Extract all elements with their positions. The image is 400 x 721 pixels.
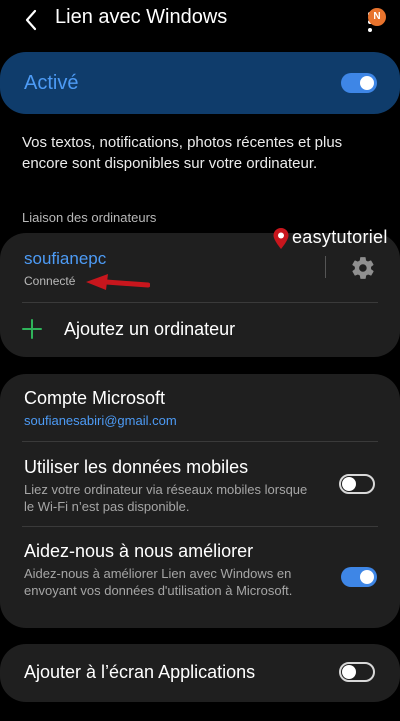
master-toggle[interactable]: [341, 73, 377, 93]
watermark-text: easytutoriel: [292, 227, 388, 247]
master-switch-label: Activé: [24, 72, 79, 94]
apps-screen-toggle[interactable]: [339, 662, 375, 682]
apps-screen-card[interactable]: Ajouter à l’écran Applications: [0, 644, 400, 702]
master-switch-bar[interactable]: Activé: [0, 52, 400, 114]
back-arrow-icon[interactable]: [22, 8, 42, 32]
card-divider: [22, 302, 378, 303]
settings-card: Compte Microsoft soufianesabiri@gmail.co…: [0, 374, 400, 628]
card-divider: [22, 441, 378, 442]
mobile-data-title: Utiliser les données mobiles: [24, 457, 249, 477]
improve-toggle[interactable]: [341, 567, 377, 587]
more-options-button[interactable]: N: [362, 6, 392, 36]
page-title: Lien avec Windows: [55, 6, 228, 28]
notification-badge: N: [368, 8, 386, 26]
card-divider: [22, 526, 378, 527]
vertical-separator: [325, 256, 326, 278]
linked-computers-section-label: Liaison des ordinateurs: [22, 210, 157, 225]
microsoft-account-title: Compte Microsoft: [24, 388, 166, 408]
app-header: Lien avec Windows N: [0, 0, 400, 40]
gear-icon[interactable]: [350, 255, 376, 281]
computer-status: Connecté: [24, 274, 76, 288]
feature-description: Vos textos, notifications, photos récent…: [22, 134, 343, 172]
improve-title: Aidez-nous à nous améliorer: [24, 541, 254, 561]
red-arrow-annotation-icon: [86, 274, 150, 290]
microsoft-account-email: soufianesabiri@gmail.com: [24, 413, 177, 428]
add-computer-label: Ajoutez un ordinateur: [64, 319, 236, 339]
easytutoriel-watermark: easytutoriel: [272, 224, 396, 254]
mobile-data-subtitle: Liez votre ordinateur via réseaux mobile…: [24, 482, 308, 514]
computer-name: soufianepc: [24, 249, 107, 268]
improve-subtitle: Aidez-nous à améliorer Lien avec Windows…: [24, 566, 293, 598]
location-pin-icon: [273, 228, 289, 249]
mobile-data-toggle[interactable]: [339, 474, 375, 494]
apps-screen-title: Ajouter à l’écran Applications: [24, 662, 256, 682]
plus-icon: [22, 319, 42, 339]
